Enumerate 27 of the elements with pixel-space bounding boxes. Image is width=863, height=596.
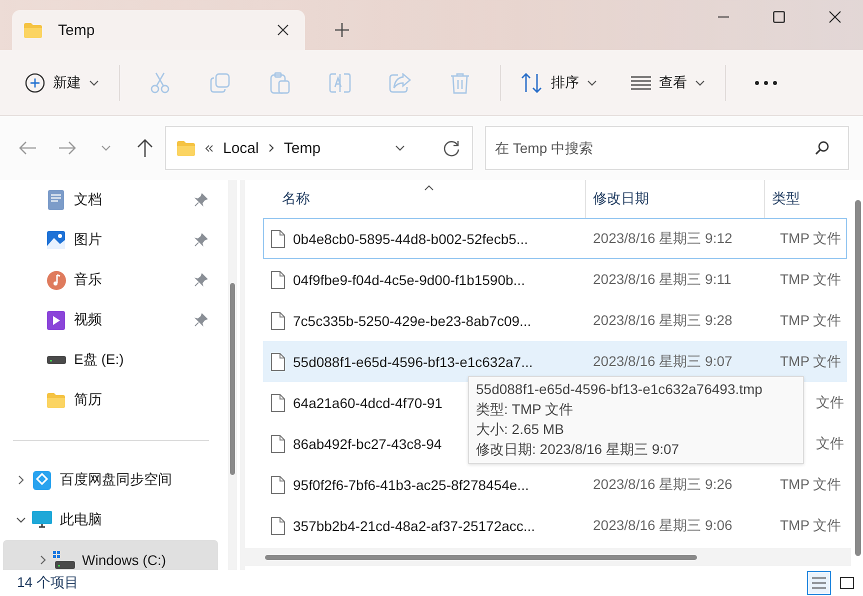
file-type: TMP 文件	[780, 230, 842, 246]
file-type: TMP 文件	[780, 270, 842, 286]
file-name: 55d088f1-e65d-4596-bf13-e1c632a7...	[293, 354, 533, 370]
file-name: 64a21a60-4dcd-4f70-91	[293, 394, 442, 410]
file-type: 文件	[816, 434, 844, 450]
tooltip-line: 修改日期: 2023/8/16 星期三 9:07	[476, 440, 680, 459]
file-type: TMP 文件	[780, 352, 842, 368]
file-name: 95f0f2f6-7bf6-41b3-ac25-8f278454e...	[293, 476, 529, 492]
modified-date: 2023/8/16 星期三 9:07	[593, 352, 732, 368]
tooltip-line: 大小: 2.65 MB	[476, 420, 565, 439]
file-type: TMP 文件	[780, 312, 842, 328]
tooltip-line: 55d088f1-e65d-4596-bf13-e1c632a76493.tmp	[476, 380, 764, 399]
modified-date: 2023/8/16 星期三 9:26	[593, 476, 732, 492]
item-count: 14 个项目	[17, 574, 78, 592]
modified-date: 2023/8/16 星期三 9:06	[593, 516, 732, 532]
file-name: 357bb2b4-21cd-48a2-af37-25172acc...	[293, 518, 536, 534]
file-type: TMP 文件	[780, 476, 842, 492]
modified-date: 2023/8/16 星期三 9:12	[593, 230, 732, 246]
file-name: 86ab492f-bc27-43c8-94	[293, 436, 442, 452]
modified-date: 2023/8/16 星期三 9:11	[593, 270, 732, 286]
file-name: 0b4e8cb0-5895-44d8-b002-52fecb5...	[293, 230, 528, 246]
file-type: 文件	[816, 394, 844, 410]
file-name: 7c5c335b-5250-429e-be23-8ab7c09...	[293, 312, 532, 328]
modified-date: 2023/8/16 星期三 9:28	[593, 312, 732, 328]
file-type: TMP 文件	[780, 516, 842, 532]
tooltip-line: 类型: TMP 文件	[476, 400, 574, 419]
file-name: 04f9fbe9-f04d-4c5e-9d00-f1b1590b...	[293, 272, 525, 288]
